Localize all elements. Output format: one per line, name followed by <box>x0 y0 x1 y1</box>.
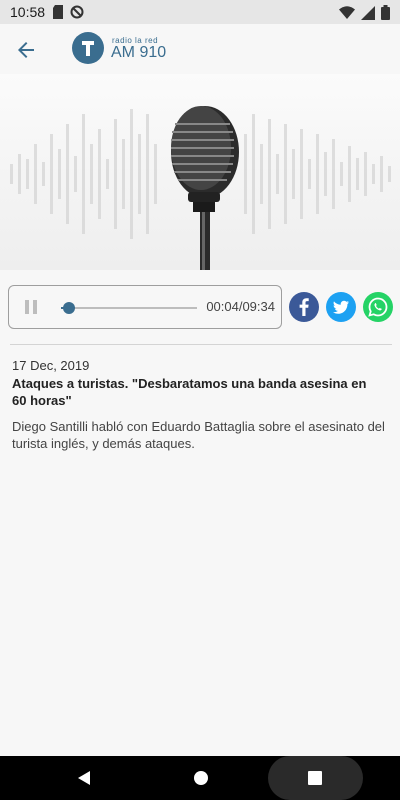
nav-recents-icon <box>308 771 322 785</box>
status-time: 10:58 <box>10 4 46 20</box>
audio-player: 00:04/09:34 <box>8 285 282 329</box>
hero-image <box>0 74 400 270</box>
article-title: Ataques a turistas. "Desbaratamos una ba… <box>12 376 367 408</box>
whatsapp-icon <box>368 297 388 317</box>
navigation-bar <box>0 756 400 800</box>
do-not-disturb-icon <box>70 5 84 19</box>
nav-back-icon[interactable] <box>76 770 92 786</box>
article-date: 17 Dec, 2019 <box>12 358 90 373</box>
share-facebook-button[interactable] <box>289 292 319 322</box>
sd-card-icon <box>53 5 63 19</box>
article-description: Diego Santilli habló con Eduardo Battagl… <box>12 419 385 451</box>
nav-recents-button[interactable] <box>268 756 363 800</box>
app-bar: radio la red AM 910 <box>0 24 400 74</box>
seek-bar[interactable] <box>61 302 197 314</box>
divider <box>10 344 392 345</box>
logo-text-big: AM 910 <box>111 44 167 61</box>
microphone-illustration <box>10 106 391 270</box>
status-bar: 10:58 <box>0 0 400 24</box>
status-icons-left <box>52 5 84 19</box>
share-twitter-button[interactable] <box>326 292 356 322</box>
facebook-icon <box>299 298 309 316</box>
back-arrow-icon[interactable] <box>14 38 38 62</box>
signal-icon <box>361 5 375 20</box>
station-logo <box>72 32 104 64</box>
battery-icon <box>381 5 390 20</box>
share-whatsapp-button[interactable] <box>363 292 393 322</box>
pause-button[interactable] <box>23 298 39 316</box>
status-icons-right <box>339 5 390 20</box>
nav-home-icon[interactable] <box>193 770 209 786</box>
station-logo-glyph-icon <box>82 41 94 56</box>
wifi-icon <box>339 6 355 19</box>
twitter-icon <box>333 300 349 314</box>
seek-bar-knob[interactable] <box>63 302 75 314</box>
player-time: 00:04/09:34 <box>206 299 275 314</box>
